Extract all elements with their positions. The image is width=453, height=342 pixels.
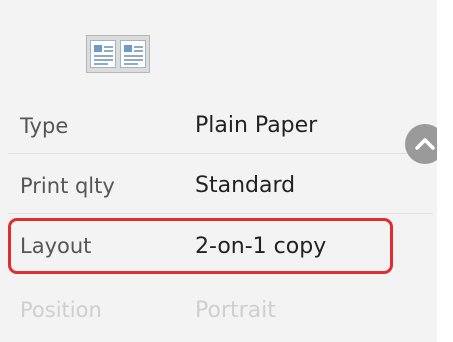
setting-label: Type xyxy=(20,113,69,138)
setting-label: Print qlty xyxy=(20,173,115,198)
page-right-icon xyxy=(120,40,146,68)
page-left-icon xyxy=(90,40,116,68)
setting-value: Standard xyxy=(195,173,296,198)
setting-row-type[interactable]: Type Plain Paper xyxy=(8,98,433,154)
chevron-up-icon xyxy=(415,138,435,150)
setting-row-print-quality[interactable]: Print qlty Standard xyxy=(8,158,433,214)
layout-highlight-frame xyxy=(8,218,393,274)
2-on-1-layout-icon xyxy=(86,35,150,73)
setting-label: Position xyxy=(20,298,102,322)
screen-edge xyxy=(437,0,453,342)
setting-row-position: Position Portrait xyxy=(8,282,433,338)
copy-settings-screen: Type Plain Paper Print qlty Standard Lay… xyxy=(0,0,453,342)
setting-value: Plain Paper xyxy=(195,113,318,138)
setting-value: Portrait xyxy=(195,297,276,323)
